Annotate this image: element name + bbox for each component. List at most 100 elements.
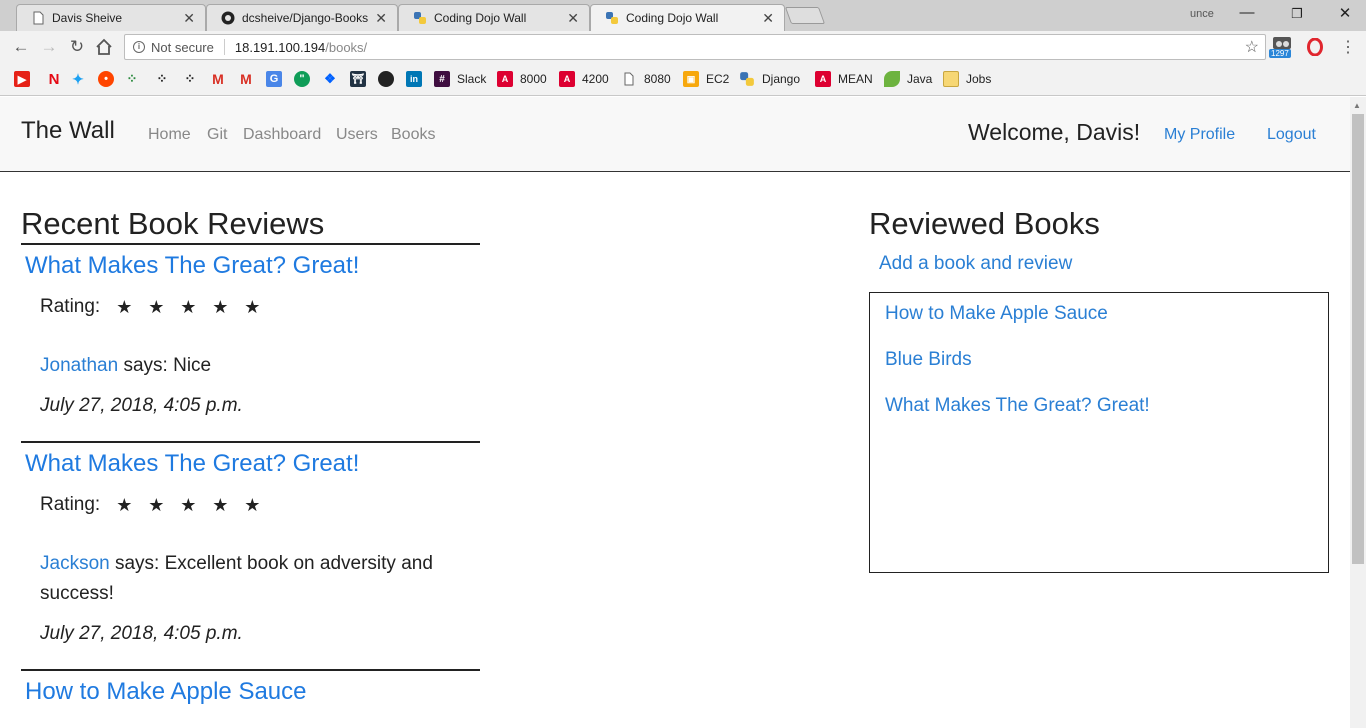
bookmark-dropbox[interactable]: ❖	[322, 70, 338, 88]
scroll-up-icon[interactable]: ▲	[1353, 101, 1361, 110]
url-host: 18.191.100.194	[234, 39, 326, 55]
slack-icon: #	[434, 71, 450, 87]
nav-link-git[interactable]: Git	[207, 126, 227, 144]
bookmark-label: MEAN	[838, 72, 873, 86]
bookmarks-bar: ▶ N ✦ • ⁘ ⁘ ⁘ M M G " ❖ ⛩ in # Slack A 800…	[0, 63, 1366, 96]
bookmark-slack[interactable]: # Slack	[434, 70, 486, 88]
bookmark-mean[interactable]: A MEAN	[815, 70, 873, 88]
my-profile-link[interactable]: My Profile	[1164, 126, 1235, 144]
restore-icon[interactable]: ❐	[1282, 6, 1312, 22]
browser-tab-strip: Davis Sheive ✕ dcsheive/Django-Books ✕ C…	[0, 0, 1366, 31]
bookmark-8000[interactable]: A 8000	[497, 70, 547, 88]
address-bar[interactable]: i Not secure 18.191.100.194/books/ ☆	[124, 34, 1266, 60]
star-icon: ★	[148, 296, 165, 317]
bookmark-twitter[interactable]: ✦	[70, 70, 86, 88]
home-icon[interactable]	[95, 38, 113, 56]
forward-icon[interactable]: →	[38, 36, 60, 58]
bookmark-linkedin[interactable]: in	[406, 70, 422, 88]
bookmark-ec2[interactable]: ▣ EC2	[683, 70, 729, 88]
web-page: The Wall Home Git Dashboard Users Books …	[0, 97, 1350, 728]
close-icon[interactable]: ✕	[762, 10, 774, 27]
back-icon[interactable]: ←	[10, 36, 32, 58]
menu-icon[interactable]: ⋮	[1340, 37, 1356, 57]
bookmark-gmail-1[interactable]: M	[210, 70, 226, 88]
bookmark-youtube[interactable]: ▶	[14, 70, 30, 88]
gmail-icon: M	[240, 71, 252, 87]
grid-icon: ⁘	[156, 71, 168, 86]
bookmark-netflix[interactable]: N	[46, 70, 62, 88]
browser-tab[interactable]: Coding Dojo Wall ✕	[398, 4, 590, 31]
python-icon	[606, 12, 618, 24]
book-link[interactable]: Blue Birds	[885, 348, 1313, 372]
star-rating: ★ ★ ★ ★ ★	[116, 495, 276, 516]
new-tab-button[interactable]	[784, 7, 826, 24]
scrollbar-thumb[interactable]	[1352, 114, 1364, 564]
page-icon	[624, 72, 634, 86]
minimize-icon[interactable]: —	[1232, 4, 1262, 21]
reviewer-link[interactable]: Jackson	[40, 553, 110, 574]
bookmark-java[interactable]: Java	[884, 70, 932, 88]
reload-icon[interactable]: ↻	[66, 36, 88, 58]
bookmark-jobs[interactable]: Jobs	[943, 70, 991, 88]
close-icon[interactable]: ✕	[375, 10, 387, 27]
extension-icon	[1273, 37, 1291, 49]
python-icon	[740, 72, 754, 86]
recent-reviews-section: Recent Book Reviews What Makes The Great…	[21, 205, 480, 707]
browser-tab[interactable]: Davis Sheive ✕	[16, 4, 206, 31]
rating-row: Rating: ★ ★ ★ ★ ★	[40, 296, 480, 318]
close-icon[interactable]: ✕	[567, 10, 579, 27]
info-icon[interactable]: i	[133, 41, 145, 53]
bookmark-translate[interactable]: G	[266, 70, 282, 88]
bookmark-grid-1[interactable]: ⁘	[124, 70, 140, 88]
bookmark-gate[interactable]: ⛩	[350, 70, 366, 88]
twitter-icon: ✦	[72, 70, 84, 87]
reviewed-books-list: How to Make Apple Sauce Blue Birds What …	[869, 292, 1329, 573]
nav-link-books[interactable]: Books	[391, 126, 435, 144]
bookmark-reddit[interactable]: •	[98, 70, 114, 88]
bookmark-hangouts[interactable]: "	[294, 70, 310, 88]
bookmark-django[interactable]: Django	[739, 70, 800, 88]
page-scrollbar[interactable]: ▲	[1350, 97, 1366, 728]
angular-icon: A	[497, 71, 513, 87]
profile-name[interactable]: unce	[1190, 8, 1214, 20]
brand-title[interactable]: The Wall	[21, 117, 115, 145]
bookmark-github[interactable]	[378, 70, 394, 88]
youtube-icon: ▶	[14, 71, 30, 87]
grid-icon: ⁘	[126, 71, 138, 86]
bookmark-star-icon[interactable]: ☆	[1245, 37, 1259, 57]
browser-toolbar: ← → ↻ i Not secure 18.191.100.194/books/…	[0, 31, 1366, 63]
comment-text: Nice	[173, 355, 212, 376]
star-icon: ★	[244, 296, 261, 317]
tab-title: Coding Dojo Wall	[626, 11, 719, 25]
bookmark-grid-2[interactable]: ⁘	[154, 70, 170, 88]
close-window-icon[interactable]: ✕	[1330, 4, 1360, 22]
browser-tab-active[interactable]: Coding Dojo Wall ✕	[590, 4, 785, 31]
review-card: What Makes The Great? Great! Rating: ★ ★ ★…	[21, 441, 480, 645]
review-comment: Jonathan says: Nice	[40, 351, 480, 381]
bookmark-gmail-2[interactable]: M	[238, 70, 254, 88]
nav-link-dashboard[interactable]: Dashboard	[243, 126, 321, 144]
book-link[interactable]: How to Make Apple Sauce	[885, 302, 1313, 326]
review-comment: Jackson says: Excellent book on adversit…	[40, 549, 480, 609]
reviewer-link[interactable]: Jonathan	[40, 355, 118, 376]
spring-icon	[884, 71, 900, 87]
site-navbar: The Wall Home Git Dashboard Users Books …	[0, 97, 1350, 172]
review-book-link[interactable]: What Makes The Great? Great!	[21, 251, 480, 281]
nav-link-home[interactable]: Home	[148, 126, 191, 144]
book-link[interactable]: What Makes The Great? Great!	[885, 394, 1313, 418]
reviewed-books-section: Reviewed Books Add a book and review How…	[869, 205, 1329, 573]
add-book-review-link[interactable]: Add a book and review	[879, 253, 1329, 275]
review-book-link[interactable]: How to Make Apple Sauce	[21, 677, 480, 707]
logout-link[interactable]: Logout	[1267, 126, 1316, 144]
bookmark-grid-3[interactable]: ⁘	[182, 70, 198, 88]
browser-tab[interactable]: dcsheive/Django-Books ✕	[206, 4, 398, 31]
bookmark-4200[interactable]: A 4200	[559, 70, 609, 88]
review-book-link[interactable]: What Makes The Great? Great!	[21, 449, 480, 479]
gmail-icon: M	[212, 71, 224, 87]
nav-link-users[interactable]: Users	[336, 126, 378, 144]
opera-icon[interactable]	[1307, 38, 1323, 56]
close-icon[interactable]: ✕	[183, 10, 195, 27]
extension-button[interactable]: 1297	[1269, 36, 1295, 60]
review-card: What Makes The Great? Great! Rating: ★ ★ ★…	[21, 243, 480, 417]
bookmark-8080[interactable]: 8080	[621, 70, 671, 88]
